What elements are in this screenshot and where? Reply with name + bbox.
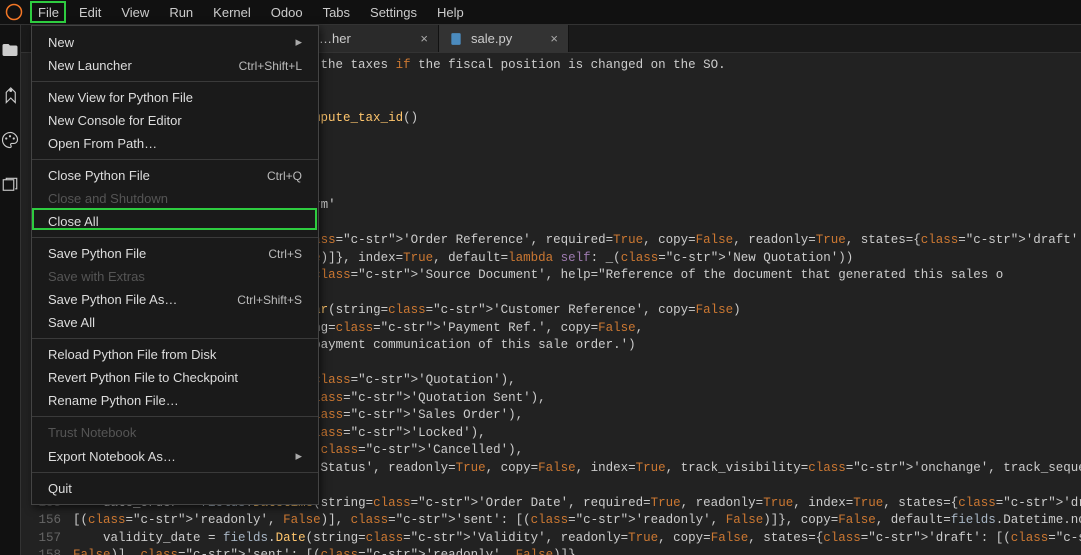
tab-close-icon[interactable]: × bbox=[420, 31, 428, 46]
menu-separator bbox=[32, 472, 318, 473]
menu-separator bbox=[32, 237, 318, 238]
menu-item-export-notebook-as[interactable]: Export Notebook As… ▸ bbox=[32, 444, 318, 468]
menu-item-label: Export Notebook As… bbox=[48, 449, 176, 464]
menu-separator bbox=[32, 159, 318, 160]
menu-item-label: Save Python File bbox=[48, 246, 146, 261]
menu-item-save-python-file-as[interactable]: Save Python File As… Ctrl+Shift+S bbox=[32, 288, 318, 311]
menu-item-shortcut: Ctrl+S bbox=[268, 247, 302, 261]
menu-tabs[interactable]: Tabs bbox=[313, 1, 360, 24]
menu-separator bbox=[32, 338, 318, 339]
tab-label: …her bbox=[319, 31, 351, 46]
menu-item-open-from-path[interactable]: Open From Path… bbox=[32, 132, 318, 155]
menu-item-new-launcher[interactable]: New Launcher Ctrl+Shift+L bbox=[32, 54, 318, 77]
menu-item-label: Revert Python File to Checkpoint bbox=[48, 370, 238, 385]
menu-edit[interactable]: Edit bbox=[69, 1, 111, 24]
top-menu-bar: FileEditViewRunKernelOdooTabsSettingsHel… bbox=[0, 0, 1081, 25]
menu-item-shortcut: Ctrl+Shift+S bbox=[237, 293, 302, 307]
menu-item-revert-python-file-to-checkpoint[interactable]: Revert Python File to Checkpoint bbox=[32, 366, 318, 389]
menu-item-label: Open From Path… bbox=[48, 136, 157, 151]
menu-item-label: New Console for Editor bbox=[48, 113, 182, 128]
running-icon[interactable] bbox=[0, 85, 20, 105]
menu-item-trust-notebook: Trust Notebook bbox=[32, 421, 318, 444]
tabs-icon[interactable] bbox=[0, 175, 20, 195]
menu-item-label: Reload Python File from Disk bbox=[48, 347, 216, 362]
menu-item-rename-python-file[interactable]: Rename Python File… bbox=[32, 389, 318, 412]
menu-item-label: Close Python File bbox=[48, 168, 150, 183]
menu-settings[interactable]: Settings bbox=[360, 1, 427, 24]
menu-item-label: Save Python File As… bbox=[48, 292, 177, 307]
menu-separator bbox=[32, 81, 318, 82]
menu-item-reload-python-file-from-disk[interactable]: Reload Python File from Disk bbox=[32, 343, 318, 366]
submenu-arrow-icon: ▸ bbox=[295, 448, 302, 464]
menu-kernel[interactable]: Kernel bbox=[203, 1, 261, 24]
menu-item-label: Trust Notebook bbox=[48, 425, 136, 440]
menu-item-new-view-for-python-file[interactable]: New View for Python File bbox=[32, 86, 318, 109]
menu-item-save-python-file[interactable]: Save Python File Ctrl+S bbox=[32, 242, 318, 265]
menu-item-save-all[interactable]: Save All bbox=[32, 311, 318, 334]
menu-item-label: New View for Python File bbox=[48, 90, 193, 105]
menu-item-label: New bbox=[48, 35, 74, 50]
menu-item-close-python-file[interactable]: Close Python File Ctrl+Q bbox=[32, 164, 318, 187]
palette-icon[interactable] bbox=[0, 130, 20, 150]
menu-item-shortcut: Ctrl+Shift+L bbox=[239, 59, 302, 73]
menu-item-label: Save All bbox=[48, 315, 95, 330]
python-file-icon bbox=[449, 32, 463, 46]
menu-file[interactable]: File bbox=[28, 1, 69, 24]
menu-item-close-all[interactable]: Close All bbox=[32, 210, 318, 233]
tab-salepy[interactable]: sale.py × bbox=[439, 25, 569, 52]
menu-item-quit[interactable]: Quit bbox=[32, 477, 318, 500]
submenu-arrow-icon: ▸ bbox=[295, 34, 302, 50]
menu-item-new-console-for-editor[interactable]: New Console for Editor bbox=[32, 109, 318, 132]
tab-close-icon[interactable]: × bbox=[550, 31, 558, 46]
menu-view[interactable]: View bbox=[111, 1, 159, 24]
jupyter-logo bbox=[4, 2, 24, 22]
menu-run[interactable]: Run bbox=[159, 1, 203, 24]
activity-bar bbox=[0, 25, 21, 555]
tab-her[interactable]: …her × bbox=[309, 25, 439, 52]
menu-item-new[interactable]: New ▸ bbox=[32, 30, 318, 54]
menu-item-label: Quit bbox=[48, 481, 72, 496]
menu-item-close-and-shutdown: Close and Shutdown bbox=[32, 187, 318, 210]
file-menu-dropdown: New ▸ New Launcher Ctrl+Shift+L New View for… bbox=[31, 25, 319, 505]
tab-label: sale.py bbox=[471, 31, 512, 46]
menu-odoo[interactable]: Odoo bbox=[261, 1, 313, 24]
menu-item-label: Close All bbox=[48, 214, 99, 229]
menu-item-save-with-extras: Save with Extras bbox=[32, 265, 318, 288]
menu-help[interactable]: Help bbox=[427, 1, 474, 24]
menu-item-shortcut: Ctrl+Q bbox=[267, 169, 302, 183]
menu-item-label: New Launcher bbox=[48, 58, 132, 73]
menu-item-label: Close and Shutdown bbox=[48, 191, 168, 206]
menu-item-label: Rename Python File… bbox=[48, 393, 179, 408]
menu-item-label: Save with Extras bbox=[48, 269, 145, 284]
folder-icon[interactable] bbox=[0, 40, 20, 60]
menu-separator bbox=[32, 416, 318, 417]
